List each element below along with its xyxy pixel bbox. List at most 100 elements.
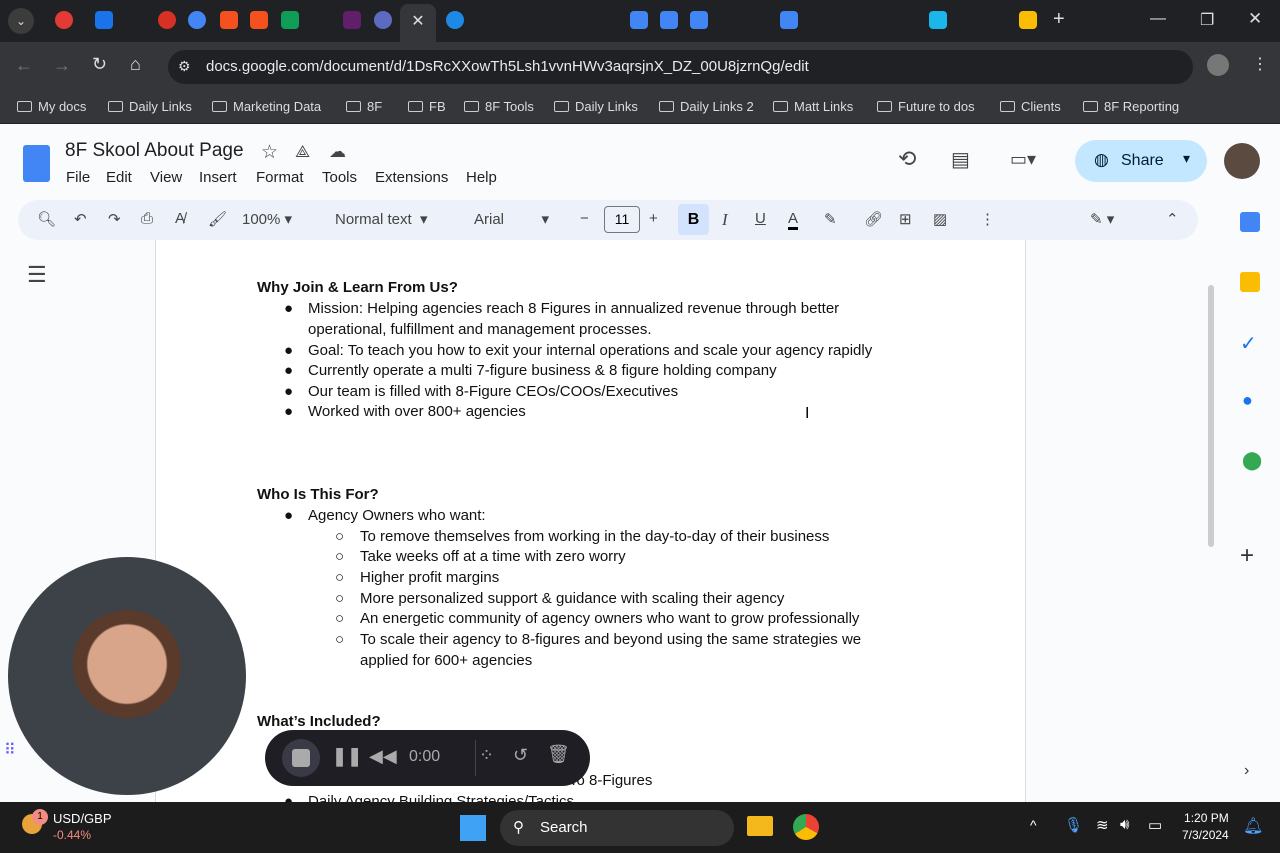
- battery-icon[interactable]: ▭: [1148, 816, 1162, 834]
- clock[interactable]: 1:20 PM 7/3/2024: [1182, 811, 1229, 842]
- more-icon[interactable]: ⋮: [980, 210, 995, 228]
- link-icon[interactable]: 🔗︎: [864, 210, 883, 228]
- notifications-icon[interactable]: 🔔︎: [1243, 816, 1263, 836]
- search-menus-icon[interactable]: 🔍︎: [37, 210, 56, 228]
- underline-button[interactable]: U: [755, 210, 766, 227]
- delete-icon[interactable]: 🗑︎: [547, 744, 570, 765]
- chrome-icon[interactable]: [793, 814, 819, 840]
- paint-format-icon[interactable]: 🖌︎: [208, 210, 227, 228]
- tab-icon[interactable]: [690, 11, 708, 29]
- bookmark-folder[interactable]: Daily Links: [554, 99, 638, 114]
- calendar-icon[interactable]: [1240, 212, 1260, 232]
- active-tab-close-icon[interactable]: ✕: [400, 4, 436, 42]
- volume-icon[interactable]: 🔊︎: [1120, 816, 1129, 833]
- new-tab-icon[interactable]: +: [1053, 8, 1065, 31]
- tab-icon[interactable]: [188, 11, 206, 29]
- menu-help[interactable]: Help: [466, 169, 497, 186]
- decrease-font-size-icon[interactable]: −: [580, 210, 589, 227]
- bookmark-folder[interactable]: FB: [408, 99, 446, 114]
- zoom-select[interactable]: 100% ▾: [242, 210, 292, 228]
- tab-icon[interactable]: [374, 11, 392, 29]
- tab-icon[interactable]: [158, 11, 176, 29]
- bookmark-folder[interactable]: Daily Links: [108, 99, 192, 114]
- redo-icon[interactable]: ↷: [108, 210, 121, 228]
- maps-icon[interactable]: ⬤: [1242, 450, 1262, 471]
- bookmark-folder[interactable]: 8F: [346, 99, 382, 114]
- tab-icon[interactable]: [343, 11, 361, 29]
- tab-icon[interactable]: [95, 11, 113, 29]
- bookmark-folder[interactable]: My docs: [17, 99, 86, 114]
- file-explorer-icon[interactable]: [747, 816, 773, 836]
- chrome-menu-icon[interactable]: ⋮: [1252, 54, 1268, 74]
- font-size-input[interactable]: 11: [604, 206, 640, 233]
- menu-edit[interactable]: Edit: [106, 169, 132, 186]
- print-icon[interactable]: ⎙: [141, 210, 153, 227]
- tab-icon[interactable]: [660, 11, 678, 29]
- bookmark-folder[interactable]: Matt Links: [773, 99, 853, 114]
- restart-icon[interactable]: ↺: [513, 745, 528, 766]
- tab-icon[interactable]: [929, 11, 947, 29]
- menu-view[interactable]: View: [150, 169, 182, 186]
- wifi-icon[interactable]: ≋: [1096, 816, 1109, 834]
- home-icon[interactable]: ⌂: [130, 54, 141, 75]
- restore-icon[interactable]: ❐: [1200, 10, 1214, 30]
- tab-icon[interactable]: [250, 11, 268, 29]
- cloud-saved-icon[interactable]: ☁: [329, 142, 346, 162]
- show-side-panel-icon[interactable]: ›: [1244, 762, 1249, 780]
- contacts-icon[interactable]: ●: [1242, 390, 1253, 411]
- profile-avatar[interactable]: [1207, 54, 1229, 76]
- undo-icon[interactable]: ↶: [74, 210, 87, 228]
- menu-insert[interactable]: Insert: [199, 169, 237, 186]
- outline-icon[interactable]: ☰: [27, 262, 47, 288]
- back-icon[interactable]: ←: [15, 55, 33, 76]
- document-title[interactable]: 8F Skool About Page: [65, 140, 244, 162]
- add-addon-icon[interactable]: +: [1240, 542, 1254, 570]
- taskbar-search[interactable]: ⚲ Search: [500, 810, 734, 846]
- collapse-menus-icon[interactable]: ⌃: [1166, 210, 1179, 228]
- add-comment-icon[interactable]: ⊞: [899, 210, 912, 228]
- pause-icon[interactable]: ❚❚: [332, 746, 362, 767]
- menu-extensions[interactable]: Extensions: [375, 169, 448, 186]
- url-field[interactable]: docs.google.com/document/d/1DsRcXXowTh5L…: [168, 50, 1193, 84]
- bookmark-folder[interactable]: 8F Reporting: [1083, 99, 1179, 114]
- drag-handle-icon[interactable]: ⠿: [4, 740, 16, 760]
- reload-icon[interactable]: ↻: [92, 54, 107, 75]
- menu-tools[interactable]: Tools: [322, 169, 357, 186]
- ticker[interactable]: USD/GBP: [53, 811, 112, 826]
- microphone-icon[interactable]: 🎙︎: [1064, 816, 1083, 834]
- comments-icon[interactable]: ▤: [951, 147, 970, 172]
- bookmark-folder[interactable]: Future to dos: [877, 99, 975, 114]
- forward-icon[interactable]: →: [53, 55, 71, 76]
- start-icon[interactable]: [460, 815, 486, 841]
- rewind-icon[interactable]: ◀◀: [369, 746, 397, 767]
- spellcheck-icon[interactable]: A̸: [175, 210, 185, 227]
- star-icon[interactable]: ☆: [261, 141, 278, 164]
- editing-mode-icon[interactable]: ✎ ▾: [1090, 210, 1114, 228]
- insert-image-icon[interactable]: ▨: [933, 210, 947, 228]
- menu-file[interactable]: File: [66, 169, 90, 186]
- tasks-icon[interactable]: ✓: [1240, 331, 1257, 356]
- bookmark-folder[interactable]: Marketing Data: [212, 99, 321, 114]
- tab-icon[interactable]: [1019, 11, 1037, 29]
- menu-format[interactable]: Format: [256, 169, 304, 186]
- minimize-icon[interactable]: —: [1150, 10, 1166, 28]
- bold-button[interactable]: B: [678, 204, 709, 235]
- highlight-icon[interactable]: ✎: [824, 210, 837, 228]
- italic-button[interactable]: I: [722, 210, 728, 230]
- text-color-button[interactable]: A: [788, 210, 799, 230]
- font-select[interactable]: Arial ▾: [474, 210, 549, 228]
- close-window-icon[interactable]: ✕: [1248, 9, 1262, 29]
- user-avatar[interactable]: [1224, 143, 1260, 179]
- grid-icon[interactable]: ⁘: [479, 745, 494, 766]
- docs-logo-icon[interactable]: [23, 145, 50, 182]
- style-select[interactable]: Normal text ▾: [335, 210, 428, 228]
- tab-icon[interactable]: [780, 11, 798, 29]
- tab-search-chevron-icon[interactable]: ⌄: [8, 8, 34, 34]
- bookmark-folder[interactable]: Clients: [1000, 99, 1061, 114]
- move-to-drive-icon[interactable]: ⟁: [295, 142, 310, 162]
- site-info-icon[interactable]: ⚙: [178, 58, 191, 75]
- share-dropdown-icon[interactable]: ▾: [1183, 150, 1190, 167]
- bookmark-folder[interactable]: Daily Links 2: [659, 99, 754, 114]
- keep-icon[interactable]: [1240, 272, 1260, 292]
- scrollbar-thumb[interactable]: [1208, 285, 1214, 547]
